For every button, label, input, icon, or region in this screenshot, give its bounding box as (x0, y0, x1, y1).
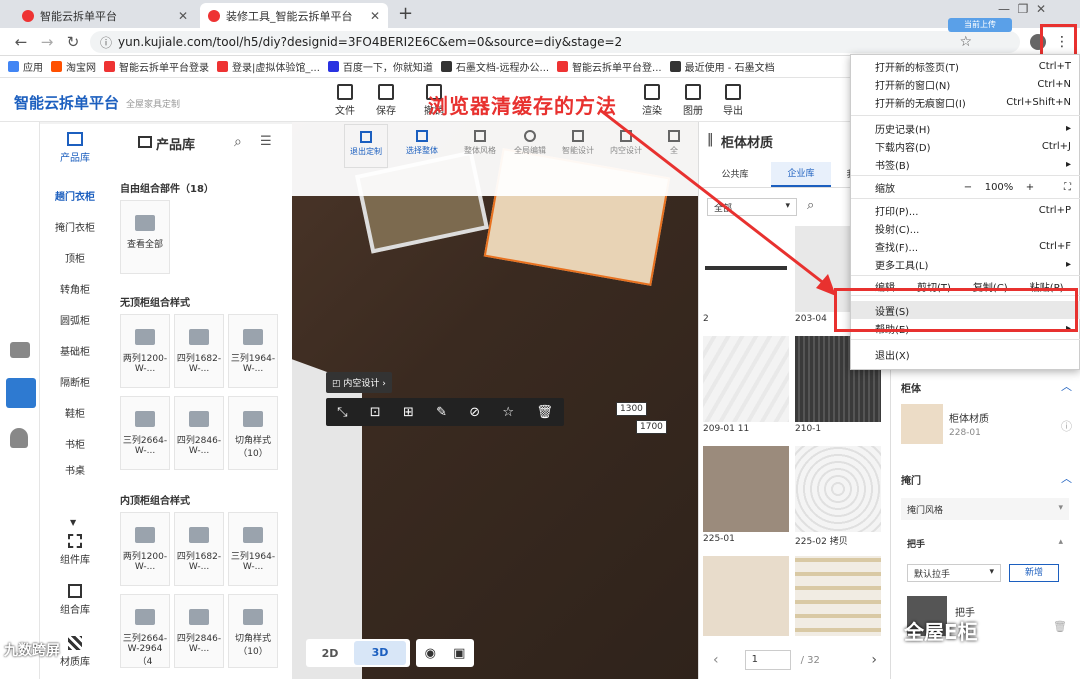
info-icon[interactable]: ⓘ (100, 34, 112, 51)
tab-title: 装修工具_智能云拆单平台 (226, 9, 353, 23)
menu-item-more-tools[interactable]: 更多工具(L) ▸ (851, 255, 1080, 273)
menu-item-find[interactable]: 查找(F)... Ctrl+F (851, 237, 1080, 255)
menu-item-exit[interactable]: 退出(X) (851, 345, 1080, 363)
url-field[interactable]: ⓘ yun.kujiale.com/tool/h5/diy?designid=3… (90, 31, 1020, 53)
menu-divider (851, 115, 1080, 116)
address-bar-row: ← → ↻ ⓘ yun.kujiale.com/tool/h5/diy?desi… (0, 18, 1080, 56)
bookmark-item[interactable]: 应用 (8, 59, 43, 74)
bookmark-star-icon[interactable]: ☆ (959, 34, 972, 50)
tab-1[interactable]: 智能云拆单平台 ✕ (14, 3, 196, 28)
menu-divider (851, 175, 1080, 176)
forward-icon[interactable]: → (38, 33, 56, 51)
bookmark-item[interactable]: 石墨文档-远程办公... (440, 59, 549, 74)
menu-item-history[interactable]: 历史记录(H) ▸ (851, 119, 1080, 137)
tab-title: 智能云拆单平台 (40, 9, 117, 23)
bookmark-item[interactable]: 智能云拆单平台登录 (104, 59, 209, 74)
zoom-value: 100% (984, 181, 1014, 193)
bookmark-item[interactable]: 百度一下，你就知道 (327, 59, 433, 74)
arrow-head-icon (816, 274, 836, 296)
highlight-box-settings (834, 288, 1078, 332)
menu-item-new-tab[interactable]: 打开新的标签页(T) Ctrl+T (851, 57, 1080, 75)
menu-divider (851, 339, 1080, 340)
arrow-to-settings (599, 108, 831, 290)
tab-strip: 智能云拆单平台 ✕ 装修工具_智能云拆单平台 ✕ + — ❐ ✕ (0, 0, 1080, 28)
menu-item-cast[interactable]: 投射(C)... (851, 219, 1080, 237)
menu-item-incognito[interactable]: 打开新的无痕窗口(I) Ctrl+Shift+N (851, 93, 1080, 111)
bookmark-item[interactable]: 最近使用 - 石墨文档 (669, 59, 775, 74)
bookmark-item[interactable]: 登录|虚拟体验馆_... (217, 59, 320, 74)
back-icon[interactable]: ← (12, 33, 30, 51)
menu-item-new-window[interactable]: 打开新的窗口(N) Ctrl+N (851, 75, 1080, 93)
close-tab-icon[interactable]: ✕ (370, 9, 380, 23)
watermark-left: 九数跨屏 (4, 643, 60, 659)
menu-item-downloads[interactable]: 下载内容(D) Ctrl+J (851, 137, 1080, 155)
url-text: yun.kujiale.com/tool/h5/diy?designid=3FO… (118, 35, 623, 49)
new-tab-button[interactable]: + (398, 3, 413, 24)
window-controls[interactable]: — ❐ ✕ (998, 2, 1046, 16)
site-favicon-icon (22, 9, 34, 22)
watermark-right: 全屋E柜 (904, 620, 978, 644)
menu-zoom-row: 缩放 − 100% + ⛶ (875, 181, 1071, 195)
zoom-out-button[interactable]: − (957, 182, 979, 193)
menu-divider (851, 275, 1080, 276)
bookmark-item[interactable]: 淘宝网 (51, 59, 96, 74)
close-tab-icon[interactable]: ✕ (178, 9, 188, 23)
zoom-in-button[interactable]: + (1019, 182, 1041, 193)
reload-icon[interactable]: ↻ (64, 33, 82, 51)
bookmark-item[interactable]: 智能云拆单平台登... (557, 59, 662, 74)
menu-item-bookmarks[interactable]: 书签(B) ▸ (851, 155, 1080, 173)
tab-2-active[interactable]: 装修工具_智能云拆单平台 ✕ (200, 3, 388, 28)
fullscreen-icon[interactable]: ⛶ (1041, 182, 1071, 193)
menu-divider (851, 198, 1080, 199)
site-favicon-icon (208, 9, 220, 22)
upload-badge[interactable]: 当前上传 (948, 18, 1012, 32)
menu-item-print[interactable]: 打印(P)... Ctrl+P (851, 201, 1080, 219)
